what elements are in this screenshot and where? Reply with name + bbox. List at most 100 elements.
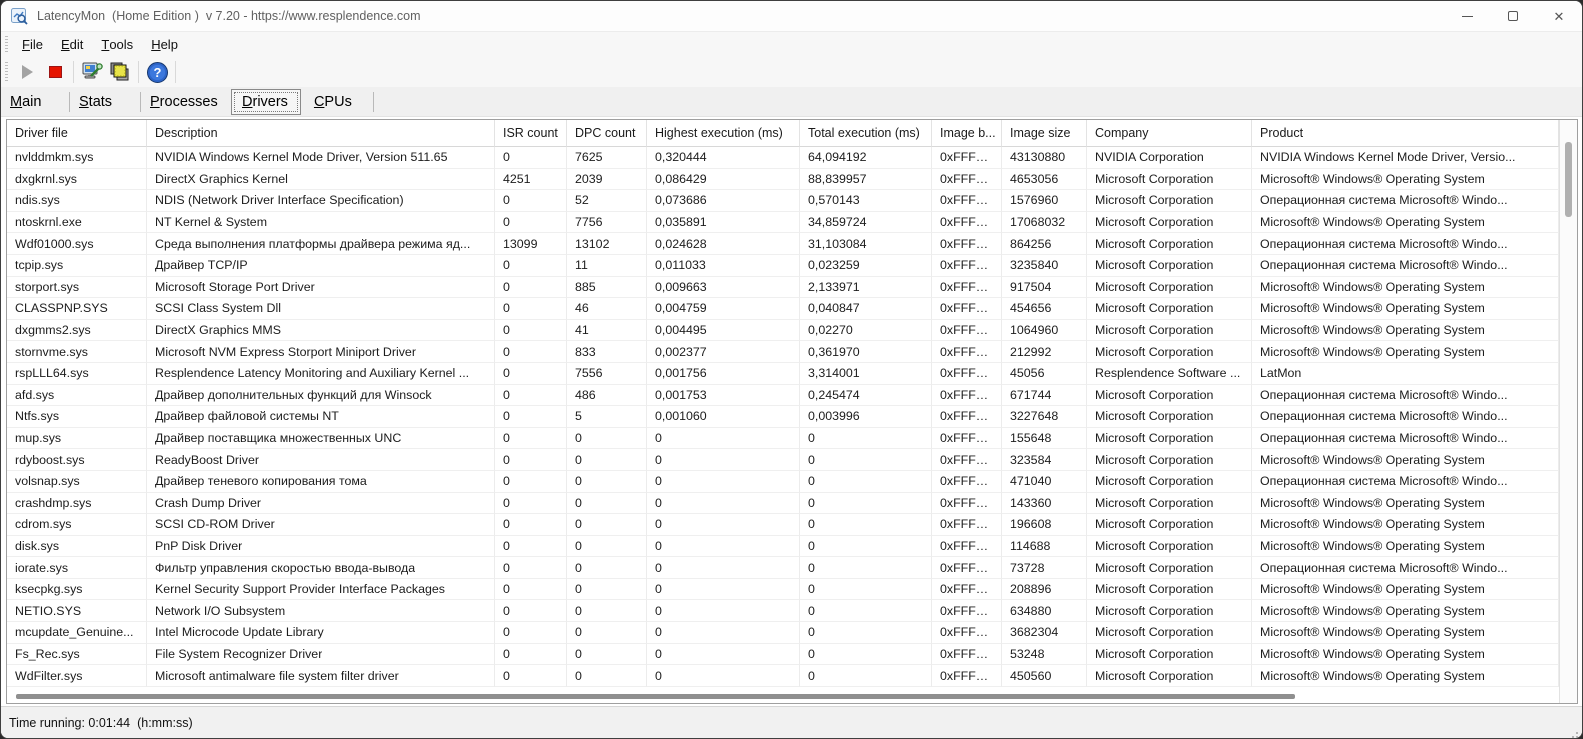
table-cell: Microsoft NVM Express Storport Miniport …	[147, 341, 495, 363]
table-row[interactable]: storport.sys Microsoft Storage Port Drive…	[7, 276, 1559, 299]
table-cell: tcpip.sys	[7, 254, 147, 277]
table-cell: 0	[567, 427, 647, 450]
table-cell: 671744	[1002, 384, 1087, 407]
table-row[interactable]: ndis.sys NDIS (Network Driver Interface S…	[7, 190, 1559, 212]
table-cell: NT Kernel & System	[147, 211, 495, 234]
table-row[interactable]: volsnap.sys Драйвер теневого копирования …	[7, 470, 1559, 493]
table-cell: iorate.sys	[7, 557, 147, 579]
table-row[interactable]: Wdf01000.sys Среда выполнения платформы д…	[7, 233, 1559, 255]
table-cell: Операционная система Microsoft® Windo...	[1252, 470, 1559, 493]
table-cell: 450560	[1002, 665, 1087, 687]
column-header[interactable]: Image size	[1002, 120, 1087, 147]
table-row[interactable]: iorate.sys Фильтр управления скоростью вв…	[7, 557, 1559, 579]
table-cell: Resplendence Latency Monitoring and Auxi…	[147, 362, 495, 385]
stop-monitor-button[interactable]	[41, 59, 69, 85]
horizontal-scrollbar-thumb[interactable]	[16, 694, 1295, 699]
table-cell: 41	[567, 319, 647, 342]
table-row[interactable]: ksecpkg.sys Kernel Security Support Provi…	[7, 578, 1559, 601]
menu-edit[interactable]: Edit	[52, 32, 92, 57]
copy-button[interactable]	[106, 59, 134, 85]
table-row[interactable]: afd.sys Драйвер дополнительных функций дл…	[7, 384, 1559, 407]
table-row[interactable]: dxgkrnl.sys DirectX Graphics Kernel 4251 20…	[7, 168, 1559, 191]
table-cell: 0	[567, 535, 647, 558]
start-monitor-button[interactable]	[13, 59, 41, 85]
table-cell: 0xFFFFF...	[932, 319, 1002, 342]
tab-stats[interactable]: Stats	[70, 87, 140, 116]
help-button[interactable]: ?	[143, 59, 171, 85]
table-cell: Microsoft® Windows® Operating System	[1252, 319, 1559, 342]
table-cell: Microsoft® Windows® Operating System	[1252, 600, 1559, 623]
table-row[interactable]: stornvme.sys Microsoft NVM Express Storpo…	[7, 341, 1559, 363]
maximize-button[interactable]	[1490, 1, 1536, 31]
table-row[interactable]: rdyboost.sys ReadyBoost Driver 0 0 0 0 0xFFFFF…	[7, 449, 1559, 471]
table-cell: 0,023259	[800, 254, 932, 277]
horizontal-scrollbar[interactable]	[7, 691, 1559, 703]
table-row[interactable]: disk.sysPnP Disk Driver00000xFFFFF...114…	[7, 535, 1559, 558]
table-cell: CLASSPNP.SYS	[7, 298, 147, 320]
table-row[interactable]: nvlddmkm.sys NVIDIA Windows Kernel Mode D…	[7, 147, 1559, 169]
report-button[interactable]	[78, 59, 106, 85]
table-row[interactable]: dxgmms2.sys DirectX Graphics MMS 0 41 0,0044…	[7, 319, 1559, 342]
table-cell: storport.sys	[7, 276, 147, 299]
tab-drivers[interactable]: Drivers	[231, 89, 301, 115]
help-icon: ?	[146, 61, 168, 83]
table-cell: 4251	[495, 168, 567, 191]
table-cell: Драйвер файловой системы NT	[147, 406, 495, 428]
table-row[interactable]: ntoskrnl.exe NT Kernel & System 0 7756 0,035…	[7, 211, 1559, 234]
toolbar: ?	[1, 57, 1582, 87]
table-row[interactable]: rspLLL64.sys Resplendence Latency Monitor…	[7, 362, 1559, 385]
column-header[interactable]: Driver file	[7, 120, 147, 147]
table-cell: Microsoft Corporation	[1087, 492, 1252, 515]
minimize-button[interactable]	[1444, 1, 1490, 31]
tab-processes[interactable]: Processes	[141, 87, 231, 116]
table-cell: 486	[567, 384, 647, 407]
vertical-scrollbar-thumb[interactable]	[1565, 142, 1572, 217]
table-cell: 0,361970	[800, 341, 932, 363]
menu-tools[interactable]: Tools	[92, 32, 142, 57]
tab-cpus[interactable]: C PUs	[301, 87, 373, 116]
table-cell: 0xFFFFF...	[932, 190, 1002, 212]
menu-help[interactable]: Help	[142, 32, 187, 57]
column-header[interactable]: Product	[1252, 120, 1559, 147]
table-cell: ndis.sys	[7, 190, 147, 212]
column-header[interactable]: Highest execution (ms)	[647, 120, 800, 147]
table-cell: stornvme.sys	[7, 341, 147, 363]
table-row[interactable]: Fs_Rec.sys File System Recognizer Driver 0…	[7, 643, 1559, 666]
tab-main[interactable]: Main	[1, 87, 69, 116]
column-header[interactable]: Image b...	[932, 120, 1002, 147]
table-row[interactable]: CLASSPNP.SYS SCSI Class System Dll 0 46 0,00…	[7, 298, 1559, 320]
table-cell: 34,859724	[800, 211, 932, 234]
table-cell: 7556	[567, 362, 647, 385]
table-row[interactable]: WdFilter.sys Microsoft antimalware file s…	[7, 665, 1559, 687]
table-cell: 0xFFFFF...	[932, 449, 1002, 471]
table-cell: 885	[567, 276, 647, 299]
table-cell: mcupdate_Genuine...	[7, 622, 147, 644]
vertical-scrollbar[interactable]	[1559, 120, 1577, 703]
table-row[interactable]: crashdmp.sys Crash Dump Driver 0 0 0 0 0xFFFFF…	[7, 492, 1559, 515]
column-header[interactable]: Total execution (ms)	[800, 120, 932, 147]
column-header[interactable]: Company	[1087, 120, 1252, 147]
table-cell: Resplendence Software ...	[1087, 362, 1252, 385]
table-row[interactable]: mup.sys Драйвер поставщика множественных …	[7, 427, 1559, 450]
table-cell: Microsoft® Windows® Operating System	[1252, 298, 1559, 320]
column-header[interactable]: DPC count	[567, 120, 647, 147]
table-cell: 0	[647, 535, 800, 558]
column-header[interactable]: ISR count	[495, 120, 567, 147]
table-cell: 0xFFFFF...	[932, 276, 1002, 299]
table-cell: 212992	[1002, 341, 1087, 363]
close-button[interactable]: ✕	[1536, 1, 1582, 31]
resize-grip[interactable]	[1576, 732, 1578, 734]
table-cell: NVIDIA Windows Kernel Mode Driver, Versi…	[1252, 147, 1559, 169]
table-row[interactable]: mcupdate_Genuine... Intel Microcode Updat…	[7, 622, 1559, 644]
column-header[interactable]: Description	[147, 120, 495, 147]
table-cell: 53248	[1002, 643, 1087, 666]
table-cell: 0	[567, 557, 647, 579]
table-row[interactable]: tcpip.sys Драйвер TCP/IP 0 11 0,011033 0,0232…	[7, 254, 1559, 277]
table-row[interactable]: NETIO.SYS Network I/O Subsystem 0 0 0 0 0xFFFF…	[7, 600, 1559, 623]
table-cell: DirectX Graphics MMS	[147, 319, 495, 342]
table-cell: 0,004495	[647, 319, 800, 342]
table-row[interactable]: cdrom.sysSCSI CD-ROM Driver00000xFFFFF..…	[7, 514, 1559, 536]
table-cell: 0	[495, 427, 567, 450]
menu-file[interactable]: File	[13, 32, 52, 57]
table-row[interactable]: Ntfs.sys Драйвер файловой системы NT 0 5 0,0…	[7, 406, 1559, 428]
